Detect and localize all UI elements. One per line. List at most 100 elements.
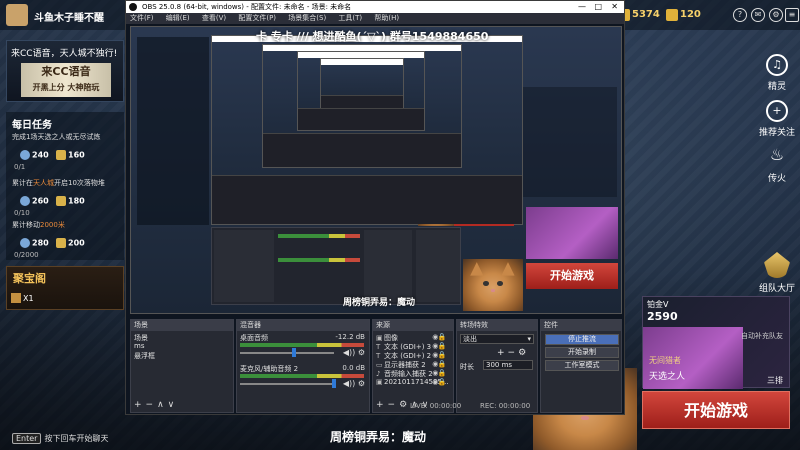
cc-voice-banner[interactable]: 来CC语音，天人城不独行! 来CC语音 开黑上分 大神陪玩 — [6, 40, 124, 102]
hero-name: 天选之人 — [649, 372, 686, 382]
team-hall-button[interactable]: 组队大厅 — [748, 252, 800, 294]
obs-preview[interactable]: 开始游戏 开始游戏 周榜铜弄易：魔动 卡 专卡 /// 想进酷鱼(´▽`) 群号… — [130, 26, 622, 314]
sources-dock[interactable]: 来源 ▣图像 ◉ 🔒 T 文本 (GDI+) 3 ◉ 🔒 T 文本 (GDI+) 2 ◉ 🔒 ▭… — [372, 319, 454, 413]
chat-enter-hint: Enter 按下回车开始聊天 — [12, 433, 108, 444]
source-item[interactable]: ▣2021011714585... ◉ 🔒 — [376, 378, 449, 386]
menu-tools[interactable]: 工具(T) — [338, 14, 362, 22]
sidebar-item-follow[interactable]: + 推荐关注 — [750, 100, 800, 138]
preview-level-3 — [262, 44, 462, 168]
sidebar-item-spirit[interactable]: ♫ 精灵 — [750, 54, 800, 92]
duration-input[interactable]: 300 ms — [483, 360, 533, 370]
enter-key: Enter — [12, 433, 42, 444]
transitions-dock[interactable]: 转场特效 淡出 ▾ +−⚙ 时长 300 ms — [456, 319, 538, 413]
game-avatar-icon[interactable] — [6, 4, 28, 26]
volume-slider-knob[interactable] — [332, 379, 336, 388]
volume-meter — [240, 343, 364, 347]
help-icon[interactable]: ? — [733, 8, 747, 22]
nested-rank-card — [526, 207, 618, 259]
banner-logo-subtitle: 开黑上分 大神陪玩 — [32, 83, 100, 92]
mixer-dock[interactable]: 混音器 桌面音频 -12.2 dB ◀)) ⚙ 麦克风/辅助音频 2 0.0 d… — [236, 319, 370, 413]
sidebar-label: 推荐关注 — [758, 128, 795, 138]
menu-help[interactable]: 帮助(H) — [374, 14, 399, 22]
maximize-button[interactable]: □ — [594, 1, 602, 13]
mixer-channel-name: 桌面音频 — [240, 334, 268, 342]
mixer-mute-icon[interactable]: ◀)) ⚙ — [343, 379, 365, 388]
audio-icon: ♪ — [376, 370, 381, 378]
rank-card[interactable]: 铂金V 2590 无间猎者 天选之人 自动补充队友 三排 — [642, 296, 790, 389]
volume-slider[interactable] — [240, 383, 334, 385]
task-2-text: 累计在天人城开启10次落物堆 — [12, 179, 105, 187]
preview-level-1: 开始游戏 开始游戏 周榜铜弄易：魔动 — [130, 26, 622, 314]
daily-tasks-panel: 每日任务 完成1场天选之人或无尽试炼 240 160 0/1 累计在天人城开启1… — [6, 112, 124, 260]
lock-icon: 🔒 — [437, 378, 447, 386]
diamond-icon — [20, 196, 30, 206]
banner-logo: 来CC语音 开黑上分 大神陪玩 — [21, 63, 111, 97]
text-icon: T — [376, 343, 381, 351]
volume-slider[interactable] — [240, 352, 334, 354]
studio-mode-button[interactable]: 工作室模式 — [545, 360, 619, 371]
mixer-channel-db: 0.0 dB — [342, 364, 365, 372]
menu-edit[interactable]: 编辑(E) — [166, 14, 190, 22]
hero-title: 无间猎者 — [649, 356, 681, 365]
webcam-cat-preview — [463, 259, 523, 311]
obs-titlebar[interactable]: OBS 25.0.8 (64-bit, windows) - 配置文件: 未命名… — [126, 1, 624, 13]
scene-item[interactable]: ms — [134, 342, 144, 350]
start-recording-button[interactable]: 开始录制 — [545, 347, 619, 358]
gold-icon — [666, 9, 678, 21]
controls-header: 控件 — [541, 320, 621, 331]
stop-streaming-button[interactable]: 停止推流 — [545, 334, 619, 345]
sidebar-label: 精灵 — [767, 82, 786, 92]
task-3-reward-2: 200 — [56, 238, 85, 248]
nested-docks — [211, 227, 461, 305]
mixer-channel-name: 麦克风/辅助音频 2 — [240, 365, 299, 373]
obs-menubar: 文件(F) 编辑(E) 查看(V) 配置文件(P) 场景集合(S) 工具(T) … — [126, 13, 624, 24]
add-user-icon: + — [766, 100, 788, 122]
sidebar-label: 传火 — [767, 174, 786, 184]
task-1-text: 完成1场天选之人或无尽试炼 — [12, 133, 101, 141]
menu-scene-collection[interactable]: 场景集合(S) — [288, 14, 326, 22]
image-icon: ▣ — [376, 334, 383, 342]
menu-icon[interactable]: ≡ — [785, 8, 799, 22]
rank-points: 2590 — [647, 310, 678, 323]
treasure-pavilion[interactable]: 聚宝阁 X1 — [6, 266, 124, 310]
treasure-count: X1 — [23, 294, 34, 303]
menu-view[interactable]: 查看(V) — [202, 14, 226, 22]
banner-text: 来CC语音，天人城不独行! — [11, 49, 118, 59]
fire-icon: ♨ — [769, 145, 785, 164]
task-2-reward-1: 260 — [20, 196, 49, 206]
mail-icon[interactable]: ✉ — [751, 8, 765, 22]
close-button[interactable]: ✕ — [611, 1, 618, 13]
transition-select[interactable]: 淡出 ▾ — [460, 334, 534, 344]
gold-icon — [56, 196, 66, 206]
gold-count: 120 — [680, 9, 701, 20]
settings-icon[interactable]: ⚙ — [769, 8, 783, 22]
mixer-mute-icon[interactable]: ◀)) ⚙ — [343, 348, 365, 357]
controls-dock[interactable]: 控件 停止推流 开始录制 工作室模式 — [540, 319, 622, 413]
mixer-channel-db: -12.2 dB — [335, 333, 365, 341]
chevron-down-icon: ▾ — [527, 335, 531, 343]
volume-meter — [240, 374, 364, 378]
nested-caption: 周榜铜弄易：魔动 — [343, 298, 416, 308]
menu-profile[interactable]: 配置文件(P) — [238, 14, 276, 22]
rec-status: REC: 00:00:00 — [480, 402, 531, 410]
transition-controls[interactable]: +−⚙ — [497, 348, 529, 358]
scene-item[interactable]: 悬浮框 — [134, 351, 155, 361]
stream-caption: 周榜铜弄易：魔动 — [330, 430, 427, 444]
minimize-button[interactable]: — — [578, 1, 586, 13]
menu-file[interactable]: 文件(F) — [130, 14, 154, 22]
diamond-icon — [20, 150, 30, 160]
coin-count: 5374 — [632, 9, 660, 20]
image-icon: ▣ — [376, 378, 383, 386]
obs-window[interactable]: OBS 25.0.8 (64-bit, windows) - 配置文件: 未命名… — [125, 0, 625, 415]
sidebar-item-fire[interactable]: ♨ 传火 — [750, 145, 800, 185]
obs-logo-icon — [129, 3, 137, 11]
task-3-reward-1: 280 — [20, 238, 49, 248]
task-2-reward-2: 180 — [56, 196, 85, 206]
volume-slider-knob[interactable] — [292, 348, 296, 357]
live-status: LIVE: 00:00:00 — [410, 402, 462, 410]
auto-fill-text: 自动补充队友 — [741, 332, 783, 340]
task-3-progress: 0/2000 — [14, 251, 39, 259]
start-game-button[interactable]: 开始游戏 — [642, 391, 790, 429]
scenes-dock[interactable]: 场景 场景 ms 悬浮框 +−∧∨ — [130, 319, 234, 413]
headset-icon: ♫ — [766, 54, 788, 76]
